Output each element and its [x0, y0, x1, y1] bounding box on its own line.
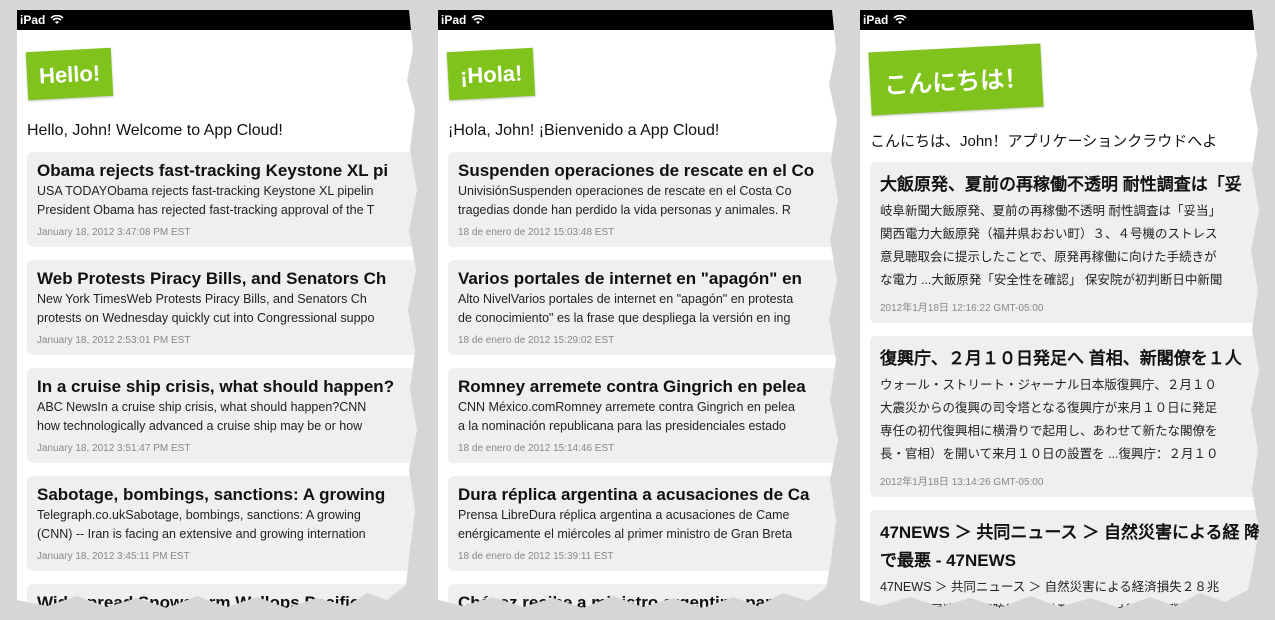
news-snippet: (CNN) -- Iran is facing an extensive and…: [37, 527, 366, 541]
news-snippet: 長・官相）を開いて来月１０日の設置を ...復興庁：２月１０: [880, 447, 1219, 461]
news-snippet: USA TODAYObama rejects fast-tracking Key…: [37, 184, 374, 198]
app-page: ¡Hola! ¡Hola, John! ¡Bienvenido a App Cl…: [438, 30, 840, 614]
news-title: Widespread Snowstorm Wallops Pacific No: [37, 593, 387, 612]
status-bar: iPad: [17, 10, 419, 30]
news-card[interactable]: Obama rejects fast-tracking Keystone XL …: [27, 152, 419, 247]
app-page: Hello! Hello, John! Welcome to App Cloud…: [17, 30, 419, 614]
news-date: January 18, 2012 3:47:08 PM EST: [37, 227, 191, 238]
news-snippet: UnivisiónSuspenden operaciones de rescat…: [458, 184, 792, 198]
news-snippet: President Obama has rejected fast-tracki…: [37, 203, 375, 217]
news-snippet: ABC NewsIn a cruise ship crisis, what sh…: [37, 400, 367, 414]
news-list: Suspenden operaciones de rescate en el C…: [448, 152, 840, 614]
news-title: Chávez recibe a ministro argentino para …: [458, 593, 805, 612]
news-card[interactable]: Chávez recibe a ministro argentino para …: [448, 584, 840, 614]
news-snippet: 47NEWS ＞ 共同ニュース ＞ 自然災害による経済損失２８兆: [880, 580, 1220, 594]
device-label: iPad: [441, 13, 467, 27]
news-card[interactable]: Suspenden operaciones de rescate en el C…: [448, 152, 840, 247]
device-label: iPad: [863, 13, 889, 27]
news-date: 2012年1月18日 12:16:22 GMT-05:00: [880, 303, 1044, 314]
news-snippet: how technologically advanced a cruise sh…: [37, 419, 363, 433]
news-card[interactable]: Varios portales de internet en "apagón" …: [448, 260, 840, 355]
news-snippet: tragedias donde han perdido la vida pers…: [458, 203, 791, 217]
news-card[interactable]: Dura réplica argentina a acusaciones de …: [448, 476, 840, 571]
screen-english: iPad Hello! Hello, John! Welcome to App …: [17, 10, 419, 614]
news-date: 18 de enero de 2012 15:14:46 EST: [458, 443, 615, 454]
news-snippet: protests on Wednesday quickly cut into C…: [37, 311, 375, 325]
news-date: January 18, 2012 2:53:01 PM EST: [37, 335, 191, 346]
screen-spanish: iPad ¡Hola! ¡Hola, John! ¡Bienvenido a A…: [438, 10, 840, 614]
news-title: Sabotage, bombings, sanctions: A growing: [37, 485, 386, 504]
wifi-icon: [893, 15, 907, 24]
wifi-icon: [50, 15, 64, 24]
news-list: 大飯原発、夏前の再稼働不透明 耐性調査は「妥 岐阜新聞大飯原発、夏前の再稼働不透…: [870, 162, 1260, 614]
greeting-badge: こんにちは！: [868, 43, 1044, 116]
news-snippet: Prensa LibreDura réplica argentina a acu…: [458, 508, 790, 522]
news-snippet: de conocimiento" es la frase que desplie…: [458, 311, 791, 325]
news-snippet: な電力 ...大飯原発「安全性を確認」 保安院が初判断日中新聞: [880, 273, 1223, 287]
news-date: 2012年1月18日 13:14:26 GMT-05:00: [880, 477, 1044, 488]
news-card[interactable]: Sabotage, bombings, sanctions: A growing…: [27, 476, 419, 571]
news-date: January 18, 2012 3:51:47 PM EST: [37, 443, 191, 454]
news-snippet: 岐阜新聞大飯原発、夏前の再稼働不透明 耐性調査は「妥当」: [880, 204, 1221, 218]
news-title: 復興庁、２月１０日発足へ 首相、新閣僚を１人: [880, 349, 1242, 368]
news-snippet: CNN México.comRomney arremete contra Gin…: [458, 400, 795, 414]
news-title: Suspenden operaciones de rescate en el C…: [458, 161, 815, 180]
wifi-icon: [471, 15, 485, 24]
device-label: iPad: [20, 13, 46, 27]
news-title: Web Protests Piracy Bills, and Senators …: [37, 269, 387, 288]
news-date: 18 de enero de 2012 15:39:11 EST: [458, 551, 614, 562]
status-bar: iPad: [860, 10, 1260, 30]
welcome-message: Hello, John! Welcome to App Cloud!: [27, 122, 283, 139]
news-card[interactable]: In a cruise ship crisis, what should hap…: [27, 368, 419, 463]
greeting-badge: ¡Hola!: [446, 47, 536, 101]
news-snippet: 専任の初代復興相に横滑りで起用し、あわせて新たな閣僚を: [880, 424, 1218, 438]
news-card[interactable]: 大飯原発、夏前の再稼働不透明 耐性調査は「妥 岐阜新聞大飯原発、夏前の再稼働不透…: [870, 162, 1260, 323]
news-snippet: 関西電力大飯原発（福井県おおい町）３、４号機のストレス: [880, 227, 1218, 241]
news-snippet: ブ共同】国連の国際防災戦略（ＩＳＤＲ）が１８日発表した: [880, 603, 1218, 614]
news-snippet: 大震災からの復興の司令塔となる復興庁が来月１０日に発足: [880, 401, 1218, 415]
news-card[interactable]: Romney arremete contra Gingrich en pelea…: [448, 368, 840, 463]
news-card[interactable]: Widespread Snowstorm Wallops Pacific No: [27, 584, 419, 614]
news-card[interactable]: Web Protests Piracy Bills, and Senators …: [27, 260, 419, 355]
news-snippet: 意見聴取会に提示したことで、原発再稼働に向けた手続きが: [880, 250, 1217, 264]
news-title: 大飯原発、夏前の再稼働不透明 耐性調査は「妥: [880, 175, 1242, 194]
news-snippet: Alto NivelVarios portales de internet en…: [458, 292, 794, 306]
news-title: Obama rejects fast-tracking Keystone XL …: [37, 161, 389, 180]
news-date: 18 de enero de 2012 15:29:02 EST: [458, 335, 615, 346]
news-list: Obama rejects fast-tracking Keystone XL …: [27, 152, 419, 614]
screen-japanese: iPad こんにちは！ こんにちは、John！アプリケーションクラウドへよ 大飯…: [860, 10, 1260, 614]
news-date: January 18, 2012 3:45:11 PM EST: [37, 551, 190, 562]
welcome-message: ¡Hola, John! ¡Bienvenido a App Cloud!: [448, 122, 720, 139]
welcome-message: こんにちは、John！アプリケーションクラウドへよ: [870, 133, 1218, 150]
news-snippet: New York TimesWeb Protests Piracy Bills,…: [37, 292, 367, 306]
news-title: 47NEWS ＞ 共同ニュース ＞ 自然災害による経 降で最悪 - 47NEWS: [880, 523, 1260, 570]
news-card[interactable]: 47NEWS ＞ 共同ニュース ＞ 自然災害による経 降で最悪 - 47NEWS…: [870, 510, 1260, 614]
news-title: Romney arremete contra Gingrich en pelea: [458, 377, 806, 396]
greeting-badge: Hello!: [25, 47, 114, 101]
news-title: Dura réplica argentina a acusaciones de …: [458, 485, 810, 504]
app-page: こんにちは！ こんにちは、John！アプリケーションクラウドへよ 大飯原発、夏前…: [860, 30, 1260, 614]
news-title: In a cruise ship crisis, what should hap…: [37, 377, 395, 396]
news-title: Varios portales de internet en "apagón" …: [458, 269, 802, 288]
status-bar: iPad: [438, 10, 840, 30]
news-snippet: ウォール・ストリート・ジャーナル日本版復興庁、２月１０: [880, 378, 1217, 392]
news-snippet: a la nominación republicana para las pre…: [458, 419, 786, 433]
news-date: 18 de enero de 2012 15:03:48 EST: [458, 227, 615, 238]
news-snippet: Telegraph.co.ukSabotage, bombings, sanct…: [37, 508, 361, 522]
news-card[interactable]: 復興庁、２月１０日発足へ 首相、新閣僚を１人 ウォール・ストリート・ジャーナル日…: [870, 336, 1260, 497]
news-snippet: enérgicamente el miércoles al primer min…: [458, 527, 793, 541]
